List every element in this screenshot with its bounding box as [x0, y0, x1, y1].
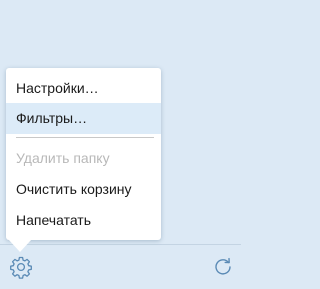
settings-popover-menu: Настройки… Фильтры… Удалить папку Очисти… [6, 68, 161, 240]
menu-separator [16, 137, 154, 138]
settings-button[interactable] [8, 254, 34, 280]
popover-arrow [8, 239, 32, 252]
menu-item-filters[interactable]: Фильтры… [6, 103, 161, 134]
menu-item-print[interactable]: Напечатать [6, 205, 161, 236]
bottom-toolbar [0, 244, 241, 289]
menu-item-settings[interactable]: Настройки… [6, 73, 161, 104]
menu-item-empty-trash[interactable]: Очистить корзину [6, 174, 161, 205]
refresh-button[interactable] [211, 255, 235, 279]
refresh-icon [215, 257, 231, 275]
gear-icon [10, 256, 32, 279]
menu-item-delete-folder: Удалить папку [16, 150, 110, 166]
